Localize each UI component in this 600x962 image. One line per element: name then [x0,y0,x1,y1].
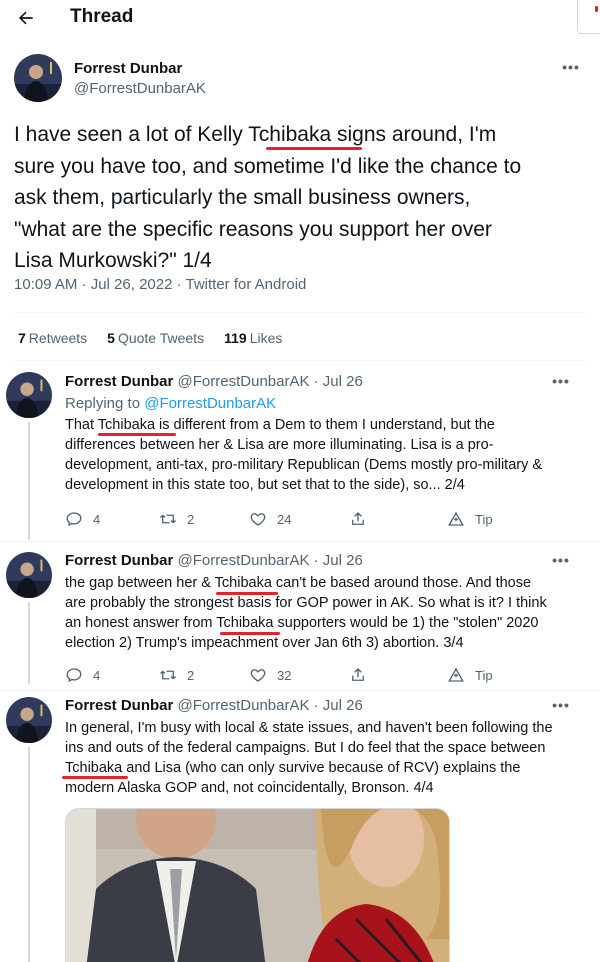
reply-text-line: development in this state too, but set t… [65,477,465,493]
thread-header: Thread [0,0,600,36]
reply-text-line: That Tchibaka is different from a Dem to… [65,417,495,433]
avatar[interactable] [14,54,62,102]
divider [0,541,600,542]
reply-icon [66,668,82,683]
thread-connector [28,422,30,540]
back-arrow-icon[interactable] [14,6,38,30]
author-name[interactable]: Forrest Dunbar [65,697,173,714]
tweet-text-line: sure you have too, and sometime I'd like… [14,154,522,178]
retweet-button[interactable]: 2 [159,510,194,528]
author-name[interactable]: Forrest Dunbar [65,373,173,390]
retweet-icon [160,670,176,680]
reply-text-line: are probably the strongest basis for GOP… [65,595,547,611]
divider [14,360,586,361]
tip-button[interactable]: Tip [447,666,493,684]
highlight-underline [62,776,128,779]
extension-badge[interactable] [577,0,600,34]
tweet-actions: 4 2 24 Tip [65,510,525,530]
reply-header: Forrest Dunbar @ForrestDunbarAK · Jul 26 [65,373,363,390]
share-button[interactable] [349,666,367,684]
tweet-text: I have seen a lot of Kelly Tchibaka sign… [14,119,586,277]
retweets-stat[interactable]: 7 Retweets [18,330,87,346]
like-button[interactable]: 24 [249,510,291,528]
thread-connector [28,602,30,684]
tweet-text-line: "what are the specific reasons you suppo… [14,217,492,241]
share-icon [352,512,364,525]
more-icon[interactable]: ••• [550,553,572,571]
highlight-underline [98,433,176,436]
avatar[interactable] [6,552,52,598]
author-name[interactable]: Forrest Dunbar [74,60,182,77]
avatar[interactable] [6,697,52,743]
tweet-text-line: I have seen a lot of Kelly Tchibaka sign… [14,123,497,146]
like-icon [250,513,266,526]
reply-header: Forrest Dunbar @ForrestDunbarAK · Jul 26 [65,697,363,714]
handle-date[interactable]: @ForrestDunbarAK · Jul 26 [178,552,363,569]
likes-stat[interactable]: 119 Likes [224,330,282,346]
highlight-underline [216,592,278,595]
thread-connector [28,747,30,962]
divider [0,690,600,691]
reply-button[interactable]: 4 [65,666,100,684]
more-icon[interactable]: ••• [550,698,572,716]
tweet-photo[interactable] [65,808,450,962]
tweet-timestamp[interactable]: 10:09 AM · Jul 26, 2022 · Twitter for An… [14,276,306,293]
reply-text-line: ins and outs of the federal campaigns. B… [65,740,546,756]
tweet-actions: 4 2 32 Tip [65,666,525,686]
quote-tweets-stat[interactable]: 5 Quote Tweets [107,330,204,346]
highlight-underline [220,632,280,635]
highlight-underline [266,147,362,150]
handle-date[interactable]: @ForrestDunbarAK · Jul 26 [178,697,363,714]
reply-text: In general, I'm busy with local & state … [65,718,585,798]
reply-text-line: differences between her & Lisa are more … [65,437,494,453]
retweet-button[interactable]: 2 [159,666,194,684]
author-handle[interactable]: @ForrestDunbarAK [74,80,206,97]
share-button[interactable] [349,510,367,528]
reply-text-line: Tchibaka and Lisa (who can only survive … [65,760,521,776]
reply-text-line: development, anti-tax, pro-military Repu… [65,457,543,473]
tweet-text-line: Lisa Murkowski?" 1/4 [14,249,212,272]
reply-text-line: election 2) Trump's impeachment over Jan… [65,635,464,651]
more-icon[interactable]: ••• [550,374,572,392]
like-icon [250,669,266,682]
reply-text-line: the gap between her & Tchibaka can't be … [65,575,532,591]
author-name[interactable]: Forrest Dunbar [65,552,173,569]
retweet-icon [160,514,176,524]
tip-icon [448,511,464,526]
tip-button[interactable]: Tip [447,510,493,528]
tweet-text-line: ask them, particularly the small busines… [14,186,471,209]
reply-text-line: In general, I'm busy with local & state … [65,720,553,736]
share-icon [352,668,364,681]
reply-button[interactable]: 4 [65,510,100,528]
replying-to: Replying to @ForrestDunbarAK [65,395,277,412]
reply-icon [66,512,82,527]
page-title: Thread [70,6,134,27]
like-button[interactable]: 32 [249,666,291,684]
reply-header: Forrest Dunbar @ForrestDunbarAK · Jul 26 [65,552,363,569]
more-icon[interactable]: ••• [560,60,582,78]
reply-text-line: modern Alaska GOP and, not coincidentall… [65,780,434,796]
replying-to-link[interactable]: @ForrestDunbarAK [144,395,276,412]
tip-icon [448,667,464,682]
reply-text: the gap between her & Tchibaka can't be … [65,573,585,653]
reply-text: That Tchibaka is different from a Dem to… [65,415,585,495]
handle-date[interactable]: @ForrestDunbarAK · Jul 26 [178,373,363,390]
divider [14,312,586,313]
avatar[interactable] [6,372,52,418]
reply-text-line: an honest answer from Tchibaka supporter… [65,615,539,631]
tweet-stats: 7 Retweets 5 Quote Tweets 119 Likes [18,330,282,346]
